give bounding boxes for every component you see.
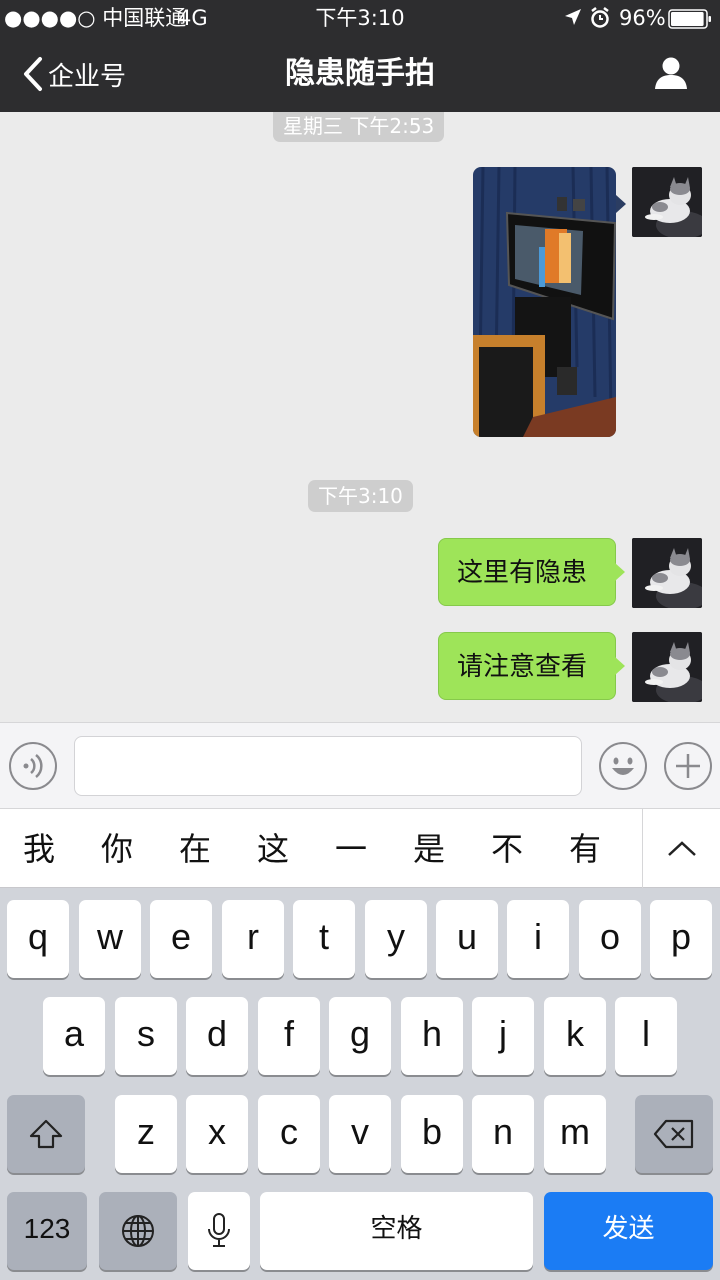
key[interactable]: j	[472, 997, 534, 1075]
key[interactable]: p	[650, 900, 712, 978]
candidate-word[interactable]: 不	[477, 809, 537, 889]
send-key[interactable]: 发送	[544, 1192, 713, 1270]
cat-avatar-image	[632, 538, 702, 608]
key[interactable]: w	[79, 900, 141, 978]
key[interactable]: v	[329, 1095, 391, 1173]
avatar[interactable]	[632, 167, 702, 237]
globe-icon	[122, 1215, 154, 1247]
photo-thumbnail	[473, 167, 616, 437]
candidate-word[interactable]: 在	[165, 809, 225, 889]
battery-icon	[668, 9, 712, 33]
space-key[interactable]: 空格	[260, 1192, 533, 1270]
keyboard: q w e r t y u i o p a s d f g h j k l z …	[0, 888, 720, 1280]
message-input-bar	[0, 722, 720, 808]
user-icon	[655, 57, 687, 89]
key[interactable]: g	[329, 997, 391, 1075]
plus-icon	[676, 754, 700, 778]
candidate-word[interactable]: 你	[87, 809, 147, 889]
key[interactable]: y	[365, 900, 427, 978]
emoji-icon	[612, 757, 634, 775]
cat-avatar-image	[632, 632, 702, 702]
candidate-word[interactable]: 这	[243, 809, 303, 889]
timestamp: 下午3:10	[308, 480, 413, 512]
shift-key[interactable]	[7, 1095, 85, 1173]
plus-button[interactable]	[664, 742, 712, 790]
bubble-tail	[616, 195, 626, 213]
candidate-word[interactable]: 有	[555, 809, 615, 889]
candidate-bar: 我 你 在 这 一 是 不 有	[0, 808, 720, 889]
message-input[interactable]	[74, 736, 582, 796]
key[interactable]: q	[7, 900, 69, 978]
alarm-icon	[590, 7, 610, 33]
candidates-expand-button[interactable]	[642, 809, 720, 889]
cat-avatar-image	[632, 167, 702, 237]
key[interactable]: c	[258, 1095, 320, 1173]
key[interactable]: b	[401, 1095, 463, 1173]
avatar[interactable]	[632, 538, 702, 608]
key[interactable]: a	[43, 997, 105, 1075]
backspace-icon	[653, 1119, 694, 1149]
status-bar: ●●●●○ 中国联通 4G 下午3:10 96%	[0, 0, 720, 36]
numbers-key[interactable]: 123	[7, 1192, 87, 1270]
text-message[interactable]: 请注意查看	[438, 632, 625, 700]
key[interactable]: r	[222, 900, 284, 978]
candidate-word[interactable]: 我	[9, 809, 69, 889]
key[interactable]: k	[544, 997, 606, 1075]
key[interactable]: t	[293, 900, 355, 978]
timestamp: 星期三 下午2:53	[273, 112, 445, 142]
key[interactable]: i	[507, 900, 569, 978]
location-icon	[564, 8, 582, 30]
shift-icon	[29, 1119, 63, 1149]
key[interactable]: f	[258, 997, 320, 1075]
text-message[interactable]: 这里有隐患	[438, 538, 625, 606]
key[interactable]: n	[472, 1095, 534, 1173]
emoji-button[interactable]	[599, 742, 647, 790]
battery-percent: 96%	[619, 6, 666, 30]
key[interactable]: x	[186, 1095, 248, 1173]
key[interactable]: h	[401, 997, 463, 1075]
key[interactable]: u	[436, 900, 498, 978]
key[interactable]: l	[615, 997, 677, 1075]
nav-bar: 企业号 隐患随手拍	[0, 36, 720, 112]
avatar[interactable]	[632, 632, 702, 702]
key[interactable]: m	[544, 1095, 606, 1173]
backspace-key[interactable]	[635, 1095, 713, 1173]
user-profile-button[interactable]	[654, 56, 688, 94]
image-message[interactable]	[473, 167, 616, 437]
clock: 下午3:10	[315, 6, 405, 30]
candidate-word[interactable]: 一	[321, 809, 381, 889]
microphone-key[interactable]	[188, 1192, 250, 1270]
voice-button[interactable]	[9, 742, 57, 790]
key[interactable]: e	[150, 900, 212, 978]
key[interactable]: s	[115, 997, 177, 1075]
page-title: 隐患随手拍	[285, 56, 435, 91]
key[interactable]: z	[115, 1095, 177, 1173]
key[interactable]: d	[186, 997, 248, 1075]
voice-icon	[23, 754, 43, 778]
key[interactable]: o	[579, 900, 641, 978]
chevron-up-icon	[668, 841, 696, 856]
chat-area[interactable]: 星期三 下午2:53 下午3:10 这里有隐患 请注意查看	[0, 112, 720, 722]
microphone-icon	[208, 1213, 230, 1247]
candidate-word[interactable]: 是	[399, 809, 459, 889]
globe-key[interactable]	[99, 1192, 177, 1270]
